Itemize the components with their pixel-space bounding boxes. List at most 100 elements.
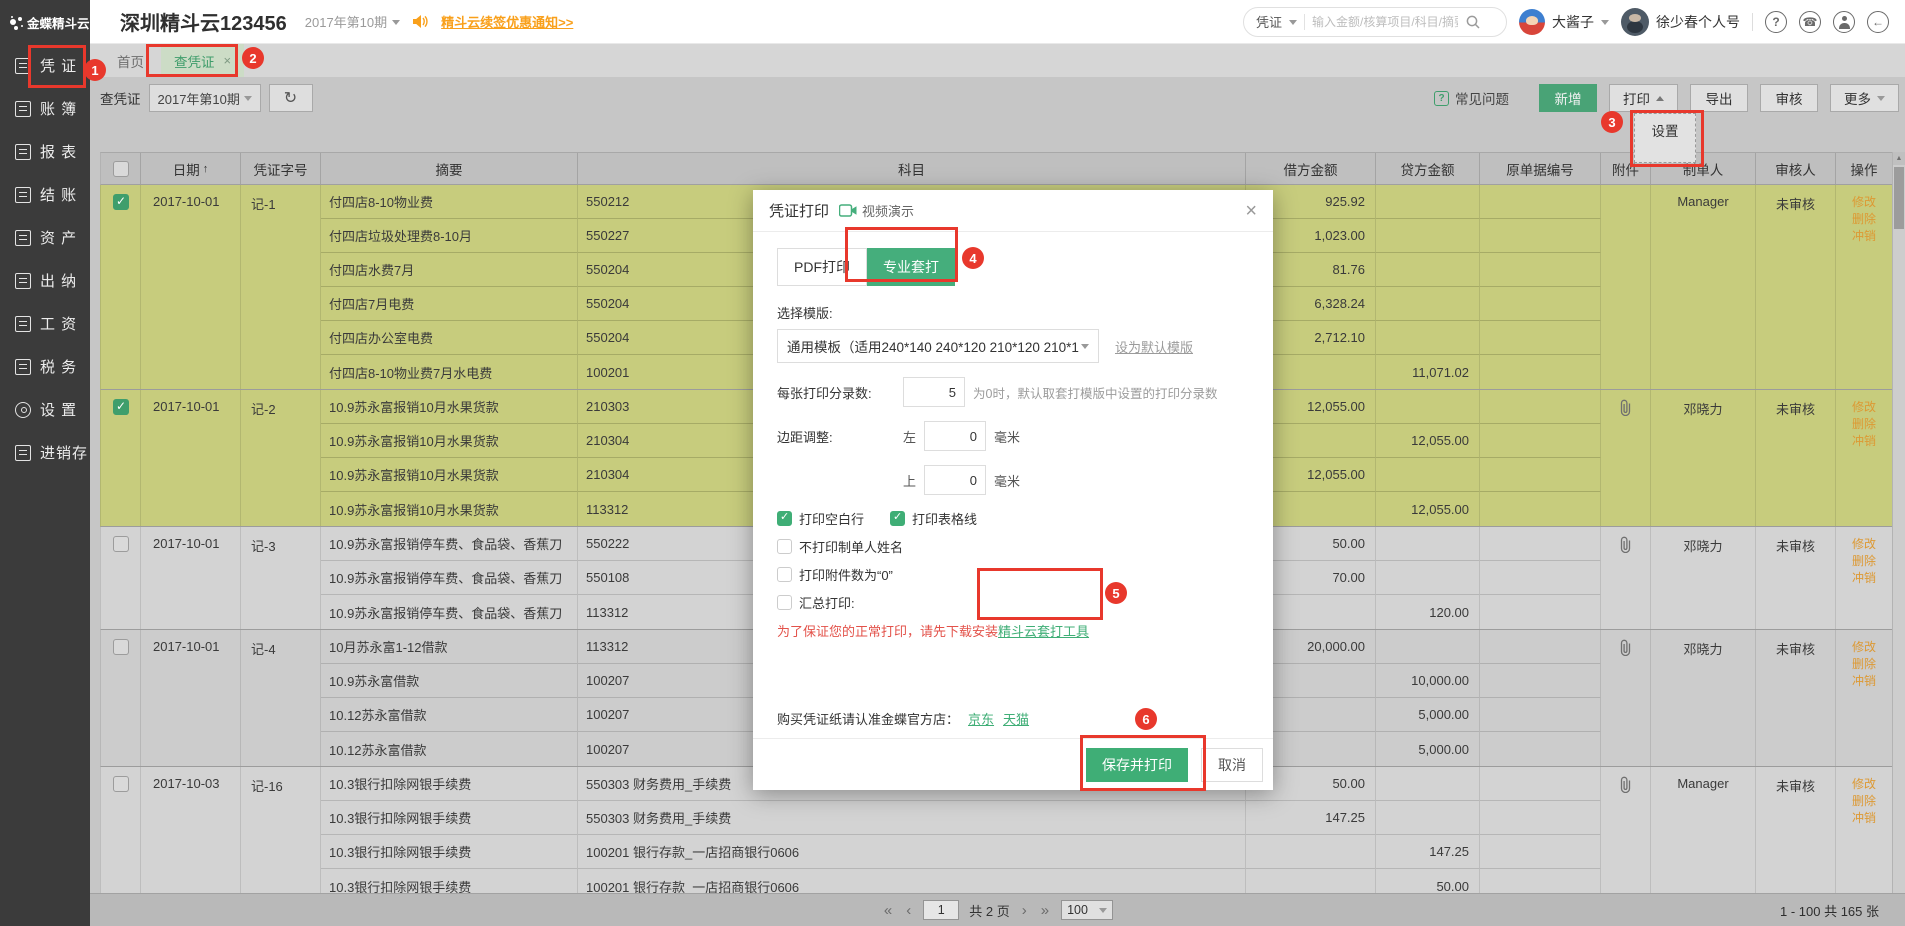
- action-删除[interactable]: 删除: [1836, 656, 1892, 673]
- voucher-checkbox[interactable]: [113, 639, 129, 655]
- action-删除[interactable]: 删除: [1836, 553, 1892, 570]
- col-header-date[interactable]: 日期↑: [141, 153, 241, 184]
- attachment-cell[interactable]: [1601, 390, 1651, 526]
- print-button[interactable]: 打印: [1609, 84, 1678, 112]
- page-input[interactable]: [923, 900, 959, 920]
- col-header-credit[interactable]: 贷方金额: [1376, 153, 1480, 184]
- checkbox-icon[interactable]: [777, 539, 792, 554]
- action-删除[interactable]: 删除: [1836, 793, 1892, 810]
- prev-page-icon[interactable]: ‹: [904, 902, 913, 919]
- action-冲销[interactable]: 冲销: [1836, 570, 1892, 587]
- audit-button[interactable]: 审核: [1760, 84, 1818, 112]
- logout-icon[interactable]: ←: [1867, 11, 1889, 33]
- attachment-cell[interactable]: [1601, 527, 1651, 629]
- action-修改[interactable]: 修改: [1836, 399, 1892, 416]
- col-header-orig_no[interactable]: 原单据编号: [1480, 153, 1601, 184]
- col-header-debit[interactable]: 借方金额: [1246, 153, 1376, 184]
- jd-link[interactable]: 京东: [968, 709, 994, 728]
- period-dropdown[interactable]: 2017年第10期: [305, 12, 400, 31]
- tmall-link[interactable]: 天猫: [1003, 709, 1029, 728]
- action-修改[interactable]: 修改: [1836, 536, 1892, 553]
- entries-input[interactable]: [903, 377, 965, 407]
- action-冲销[interactable]: 冲销: [1836, 433, 1892, 450]
- more-button[interactable]: 更多: [1830, 84, 1899, 112]
- next-page-icon[interactable]: ›: [1020, 902, 1029, 919]
- sidebar-item-closing[interactable]: 结 账: [0, 173, 90, 216]
- action-删除[interactable]: 删除: [1836, 416, 1892, 433]
- col-header-actions[interactable]: 操作: [1836, 153, 1893, 184]
- voucher-checkbox[interactable]: [113, 776, 129, 792]
- print-option[interactable]: 汇总打印:: [777, 593, 855, 612]
- sidebar-item-settings[interactable]: 设 置: [0, 388, 90, 431]
- action-冲销[interactable]: 冲销: [1836, 810, 1892, 827]
- sidebar-item-assets[interactable]: 资 产: [0, 216, 90, 259]
- action-冲销[interactable]: 冲销: [1836, 673, 1892, 690]
- checkbox-icon[interactable]: [777, 595, 792, 610]
- checkbox-icon[interactable]: [777, 567, 792, 582]
- action-修改[interactable]: 修改: [1836, 776, 1892, 793]
- voucher-checkbox[interactable]: [113, 536, 129, 552]
- print-option[interactable]: 不打印制单人姓名: [777, 537, 903, 556]
- select-all-checkbox[interactable]: [101, 153, 141, 184]
- sidebar-item-inventory[interactable]: 进销存: [0, 431, 90, 474]
- scroll-up-icon[interactable]: ▲: [1893, 152, 1905, 165]
- faq-link[interactable]: ? 常见问题: [1434, 88, 1509, 108]
- sidebar-item-payroll[interactable]: 工 资: [0, 302, 90, 345]
- sidebar-item-books[interactable]: 账 簿: [0, 87, 90, 130]
- cancel-button[interactable]: 取消: [1201, 748, 1263, 782]
- search-input[interactable]: [1312, 15, 1458, 29]
- search-category[interactable]: 凭证: [1256, 12, 1282, 31]
- vertical-scrollbar[interactable]: ▲: [1892, 152, 1905, 893]
- action-修改[interactable]: 修改: [1836, 639, 1892, 656]
- col-header-summary[interactable]: 摘要: [321, 153, 578, 184]
- checkbox-icon[interactable]: [890, 511, 905, 526]
- first-page-icon[interactable]: «: [882, 902, 894, 919]
- video-demo-link[interactable]: 视频演示: [839, 201, 914, 220]
- period-select[interactable]: 2017年第10期: [149, 84, 261, 112]
- refresh-button[interactable]: ↻: [269, 84, 313, 112]
- print-menu-settings[interactable]: 设置: [1634, 113, 1696, 163]
- sidebar-item-voucher[interactable]: 凭 证: [0, 44, 90, 87]
- action-修改[interactable]: 修改: [1836, 194, 1892, 211]
- last-page-icon[interactable]: »: [1039, 902, 1051, 919]
- export-button[interactable]: 导出: [1690, 84, 1748, 112]
- user-menu-secondary[interactable]: 徐少春个人号: [1621, 8, 1740, 36]
- tab-pro-print[interactable]: 专业套打: [867, 248, 955, 286]
- profile-icon[interactable]: [1833, 11, 1855, 33]
- tab-首页[interactable]: 首页: [100, 44, 161, 77]
- col-header-auditor[interactable]: 审核人: [1756, 153, 1836, 184]
- checkbox-icon[interactable]: [777, 511, 792, 526]
- sidebar-item-tax[interactable]: 税 务: [0, 345, 90, 388]
- renewal-notice-link[interactable]: 精斗云续签优惠通知>>: [441, 12, 573, 31]
- add-button[interactable]: 新增: [1539, 84, 1597, 112]
- template-select[interactable]: 通用模板（适用240*140 240*120 210*120 210*1: [777, 329, 1099, 363]
- attachment-cell[interactable]: [1601, 767, 1651, 903]
- scrollbar-thumb[interactable]: [1894, 167, 1904, 229]
- tab-overflow-icon[interactable]: [254, 58, 264, 69]
- tab-pdf-print[interactable]: PDF打印: [777, 248, 867, 286]
- close-tab-icon[interactable]: ×: [224, 53, 232, 68]
- save-and-print-button[interactable]: 保存并打印: [1086, 748, 1188, 782]
- print-option[interactable]: 打印表格线: [890, 509, 977, 528]
- print-option[interactable]: 打印附件数为“0”: [777, 565, 893, 584]
- tab-查凭证[interactable]: 查凭证×: [161, 44, 244, 77]
- close-icon[interactable]: ×: [1245, 201, 1257, 221]
- margin-top-input[interactable]: [924, 465, 986, 495]
- page-size-select[interactable]: 100: [1061, 900, 1113, 920]
- action-冲销[interactable]: 冲销: [1836, 228, 1892, 245]
- user-menu-primary[interactable]: 大酱子: [1519, 9, 1609, 35]
- margin-left-input[interactable]: [924, 421, 986, 451]
- action-删除[interactable]: 删除: [1836, 211, 1892, 228]
- sidebar-item-cashier[interactable]: 出 纳: [0, 259, 90, 302]
- print-tool-download-link[interactable]: 精斗云套打工具: [998, 624, 1089, 639]
- sidebar-item-reports[interactable]: 报 表: [0, 130, 90, 173]
- set-default-template-link[interactable]: 设为默认模版: [1115, 337, 1193, 356]
- voucher-checkbox[interactable]: [113, 194, 129, 210]
- voucher-checkbox[interactable]: [113, 399, 129, 415]
- help-icon[interactable]: ?: [1765, 11, 1787, 33]
- col-header-voucher_no[interactable]: 凭证字号: [241, 153, 321, 184]
- attachment-cell[interactable]: [1601, 630, 1651, 766]
- col-header-subject[interactable]: 科目: [578, 153, 1246, 184]
- support-icon[interactable]: ☎: [1799, 11, 1821, 33]
- global-search[interactable]: 凭证: [1243, 7, 1507, 37]
